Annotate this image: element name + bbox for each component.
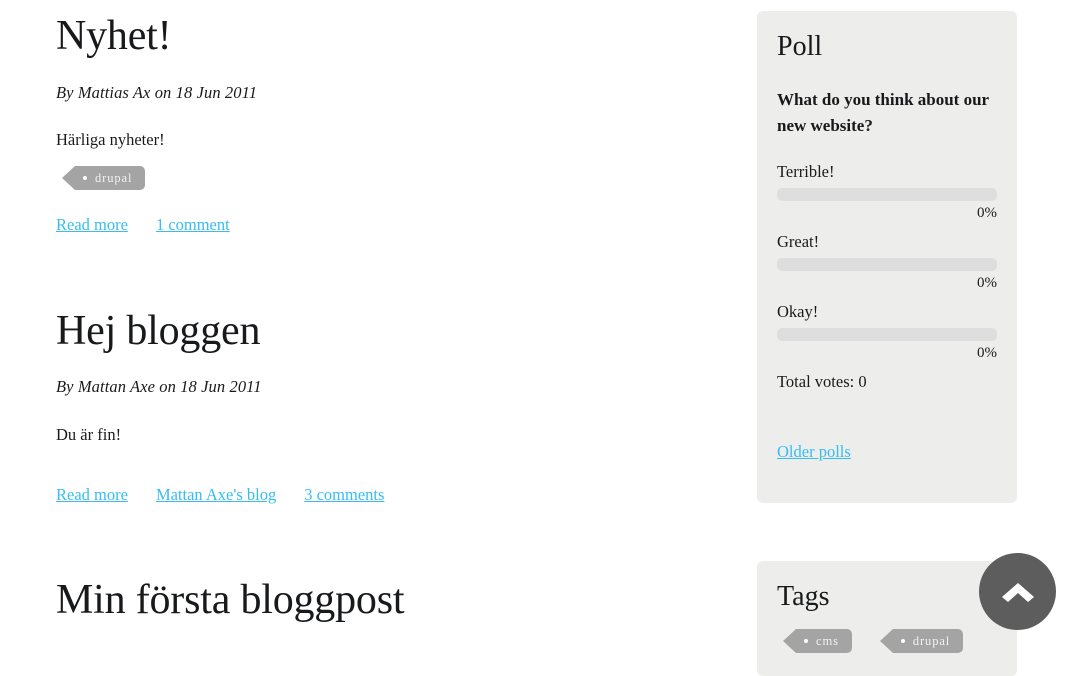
tags-block: Tags cms drupal — [757, 561, 1017, 676]
poll-percent: 0% — [977, 344, 997, 361]
sidebar: Poll What do you think about our new web… — [757, 0, 1073, 676]
poll-total-votes: Total votes: 0 — [777, 371, 867, 391]
bullet-dot-icon — [804, 639, 808, 643]
comments-link[interactable]: 1 comment — [156, 215, 230, 234]
poll-more-row: Older polls — [777, 442, 997, 462]
post-tag-list: drupal — [61, 166, 146, 190]
list-item: 3 comments — [304, 485, 384, 505]
post-title[interactable]: Hej bloggen — [56, 309, 260, 353]
poll-block: Poll What do you think about our new web… — [757, 11, 1017, 503]
poll-choice-label: Okay! — [777, 301, 819, 321]
tag-label: drupal — [912, 633, 951, 648]
poll-bar — [777, 187, 997, 201]
list-item: 1 comment — [156, 215, 230, 235]
poll-bar — [777, 327, 997, 341]
bullet-dot-icon — [900, 639, 905, 643]
post-links: Read more Mattan Axe's blog 3 comments — [56, 485, 384, 505]
post-title[interactable]: Nyhet! — [56, 14, 172, 58]
post-body: Härliga nyheter! — [56, 130, 165, 149]
poll-block-title: Poll — [777, 31, 823, 62]
back-to-top-button[interactable] — [979, 553, 1056, 630]
post-byline: By Mattias Ax on 18 Jun 2011 — [56, 83, 258, 102]
comments-link[interactable]: 3 comments — [304, 485, 384, 504]
tag-link-cms[interactable]: cms — [783, 629, 852, 653]
poll-choice: Great! 0% — [777, 232, 997, 292]
poll-choice: Okay! 0% — [777, 302, 997, 362]
tags-block-title: Tags — [777, 581, 830, 612]
list-item: drupal — [879, 629, 964, 653]
sidebar-tag-list: cms drupal — [777, 629, 997, 653]
main-content: Nyhet! By Mattias Ax on 18 Jun 2011 Härl… — [0, 0, 740, 647]
list-item: Read more — [56, 215, 128, 235]
post-title[interactable]: Min första bloggpost — [56, 578, 405, 622]
older-polls-link[interactable]: Older polls — [777, 442, 851, 461]
chevron-up-icon — [1001, 581, 1035, 603]
read-more-link[interactable]: Read more — [56, 215, 128, 234]
poll-question: What do you think about our new website? — [777, 90, 989, 136]
author-blog-link[interactable]: Mattan Axe's blog — [156, 485, 276, 504]
poll-percent: 0% — [977, 274, 997, 291]
poll-choice: Terrible! 0% — [777, 162, 997, 222]
post-byline: By Mattan Axe on 18 Jun 2011 — [56, 377, 262, 396]
list-item: drupal — [61, 166, 146, 190]
post-body: Du är fin! — [56, 425, 122, 444]
page-root: Nyhet! By Mattias Ax on 18 Jun 2011 Härl… — [0, 0, 1073, 676]
tag-link-drupal[interactable]: drupal — [61, 166, 146, 190]
list-item: Mattan Axe's blog — [156, 485, 276, 505]
poll-bar — [777, 257, 997, 271]
poll-choice-label: Great! — [777, 231, 820, 251]
poll-choice-label: Terrible! — [777, 161, 835, 181]
list-item: cms — [783, 629, 852, 653]
tag-label: cms — [816, 633, 839, 648]
tag-link-drupal[interactable]: drupal — [879, 629, 964, 653]
tag-label: drupal — [95, 170, 133, 185]
bullet-dot-icon — [83, 176, 87, 180]
post-links: Read more 1 comment — [56, 215, 230, 235]
poll-percent: 0% — [977, 204, 997, 221]
list-item: Read more — [56, 485, 128, 505]
read-more-link[interactable]: Read more — [56, 485, 128, 504]
